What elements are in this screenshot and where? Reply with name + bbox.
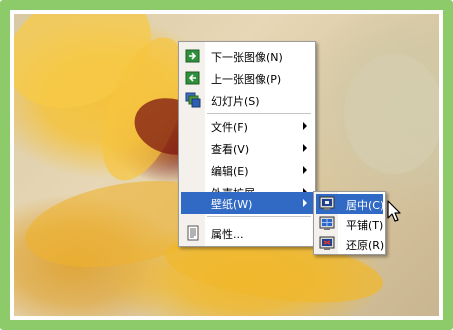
submenu-arrow-icon — [303, 144, 307, 152]
wallpaper-submenu: 居中(C) 平铺(T) 还原(R) — [313, 191, 386, 255]
menu-item-label: 编辑(E) — [211, 165, 249, 178]
submenu-item-tile[interactable]: 平铺(T) — [316, 214, 383, 234]
monitor-tile-icon — [319, 216, 335, 232]
menu-item-view[interactable]: 查看(V) — [181, 137, 313, 159]
submenu-item-center[interactable]: 居中(C) — [316, 194, 385, 214]
menu-item-previous-image[interactable]: 上一张图像(P) — [181, 67, 313, 89]
menu-separator — [207, 216, 311, 217]
menu-item-label: 壁纸(W) — [211, 198, 253, 211]
submenu-item-restore[interactable]: 还原(R) — [316, 234, 385, 254]
menu-item-label: 属性... — [211, 228, 244, 241]
menu-item-label: 居中(C) — [346, 199, 385, 212]
petal-shape — [344, 54, 439, 174]
menu-item-label: 上一张图像(P) — [211, 73, 282, 86]
menu-item-wallpaper[interactable]: 壁纸(W) — [181, 192, 313, 214]
mouse-pointer-icon — [387, 200, 405, 224]
menu-item-label: 文件(F) — [211, 121, 248, 134]
previous-image-icon — [185, 70, 201, 86]
menu-item-label: 还原(R) — [346, 239, 385, 252]
menu-item-label: 下一张图像(N) — [211, 51, 283, 64]
slideshow-icon — [185, 92, 201, 108]
menu-item-label: 查看(V) — [211, 143, 250, 156]
submenu-arrow-icon — [303, 199, 307, 207]
submenu-arrow-icon — [303, 122, 307, 130]
menu-item-file[interactable]: 文件(F) — [181, 115, 313, 137]
context-menu: 下一张图像(N) 上一张图像(P) 幻灯片(S) 文件(F) 查看(V) 编辑(… — [178, 41, 316, 247]
menu-separator — [207, 113, 311, 114]
properties-icon — [185, 225, 201, 241]
menu-item-properties[interactable]: 属性... — [181, 222, 313, 244]
menu-item-label: 幻灯片(S) — [211, 95, 260, 108]
menu-item-edit[interactable]: 编辑(E) — [181, 159, 313, 181]
menu-item-next-image[interactable]: 下一张图像(N) — [181, 45, 313, 67]
submenu-arrow-icon — [303, 166, 307, 174]
monitor-restore-icon — [319, 236, 335, 252]
next-image-icon — [185, 48, 201, 64]
menu-item-label: 平铺(T) — [346, 219, 384, 232]
menu-item-slideshow[interactable]: 幻灯片(S) — [181, 89, 313, 111]
monitor-center-icon — [319, 196, 335, 212]
